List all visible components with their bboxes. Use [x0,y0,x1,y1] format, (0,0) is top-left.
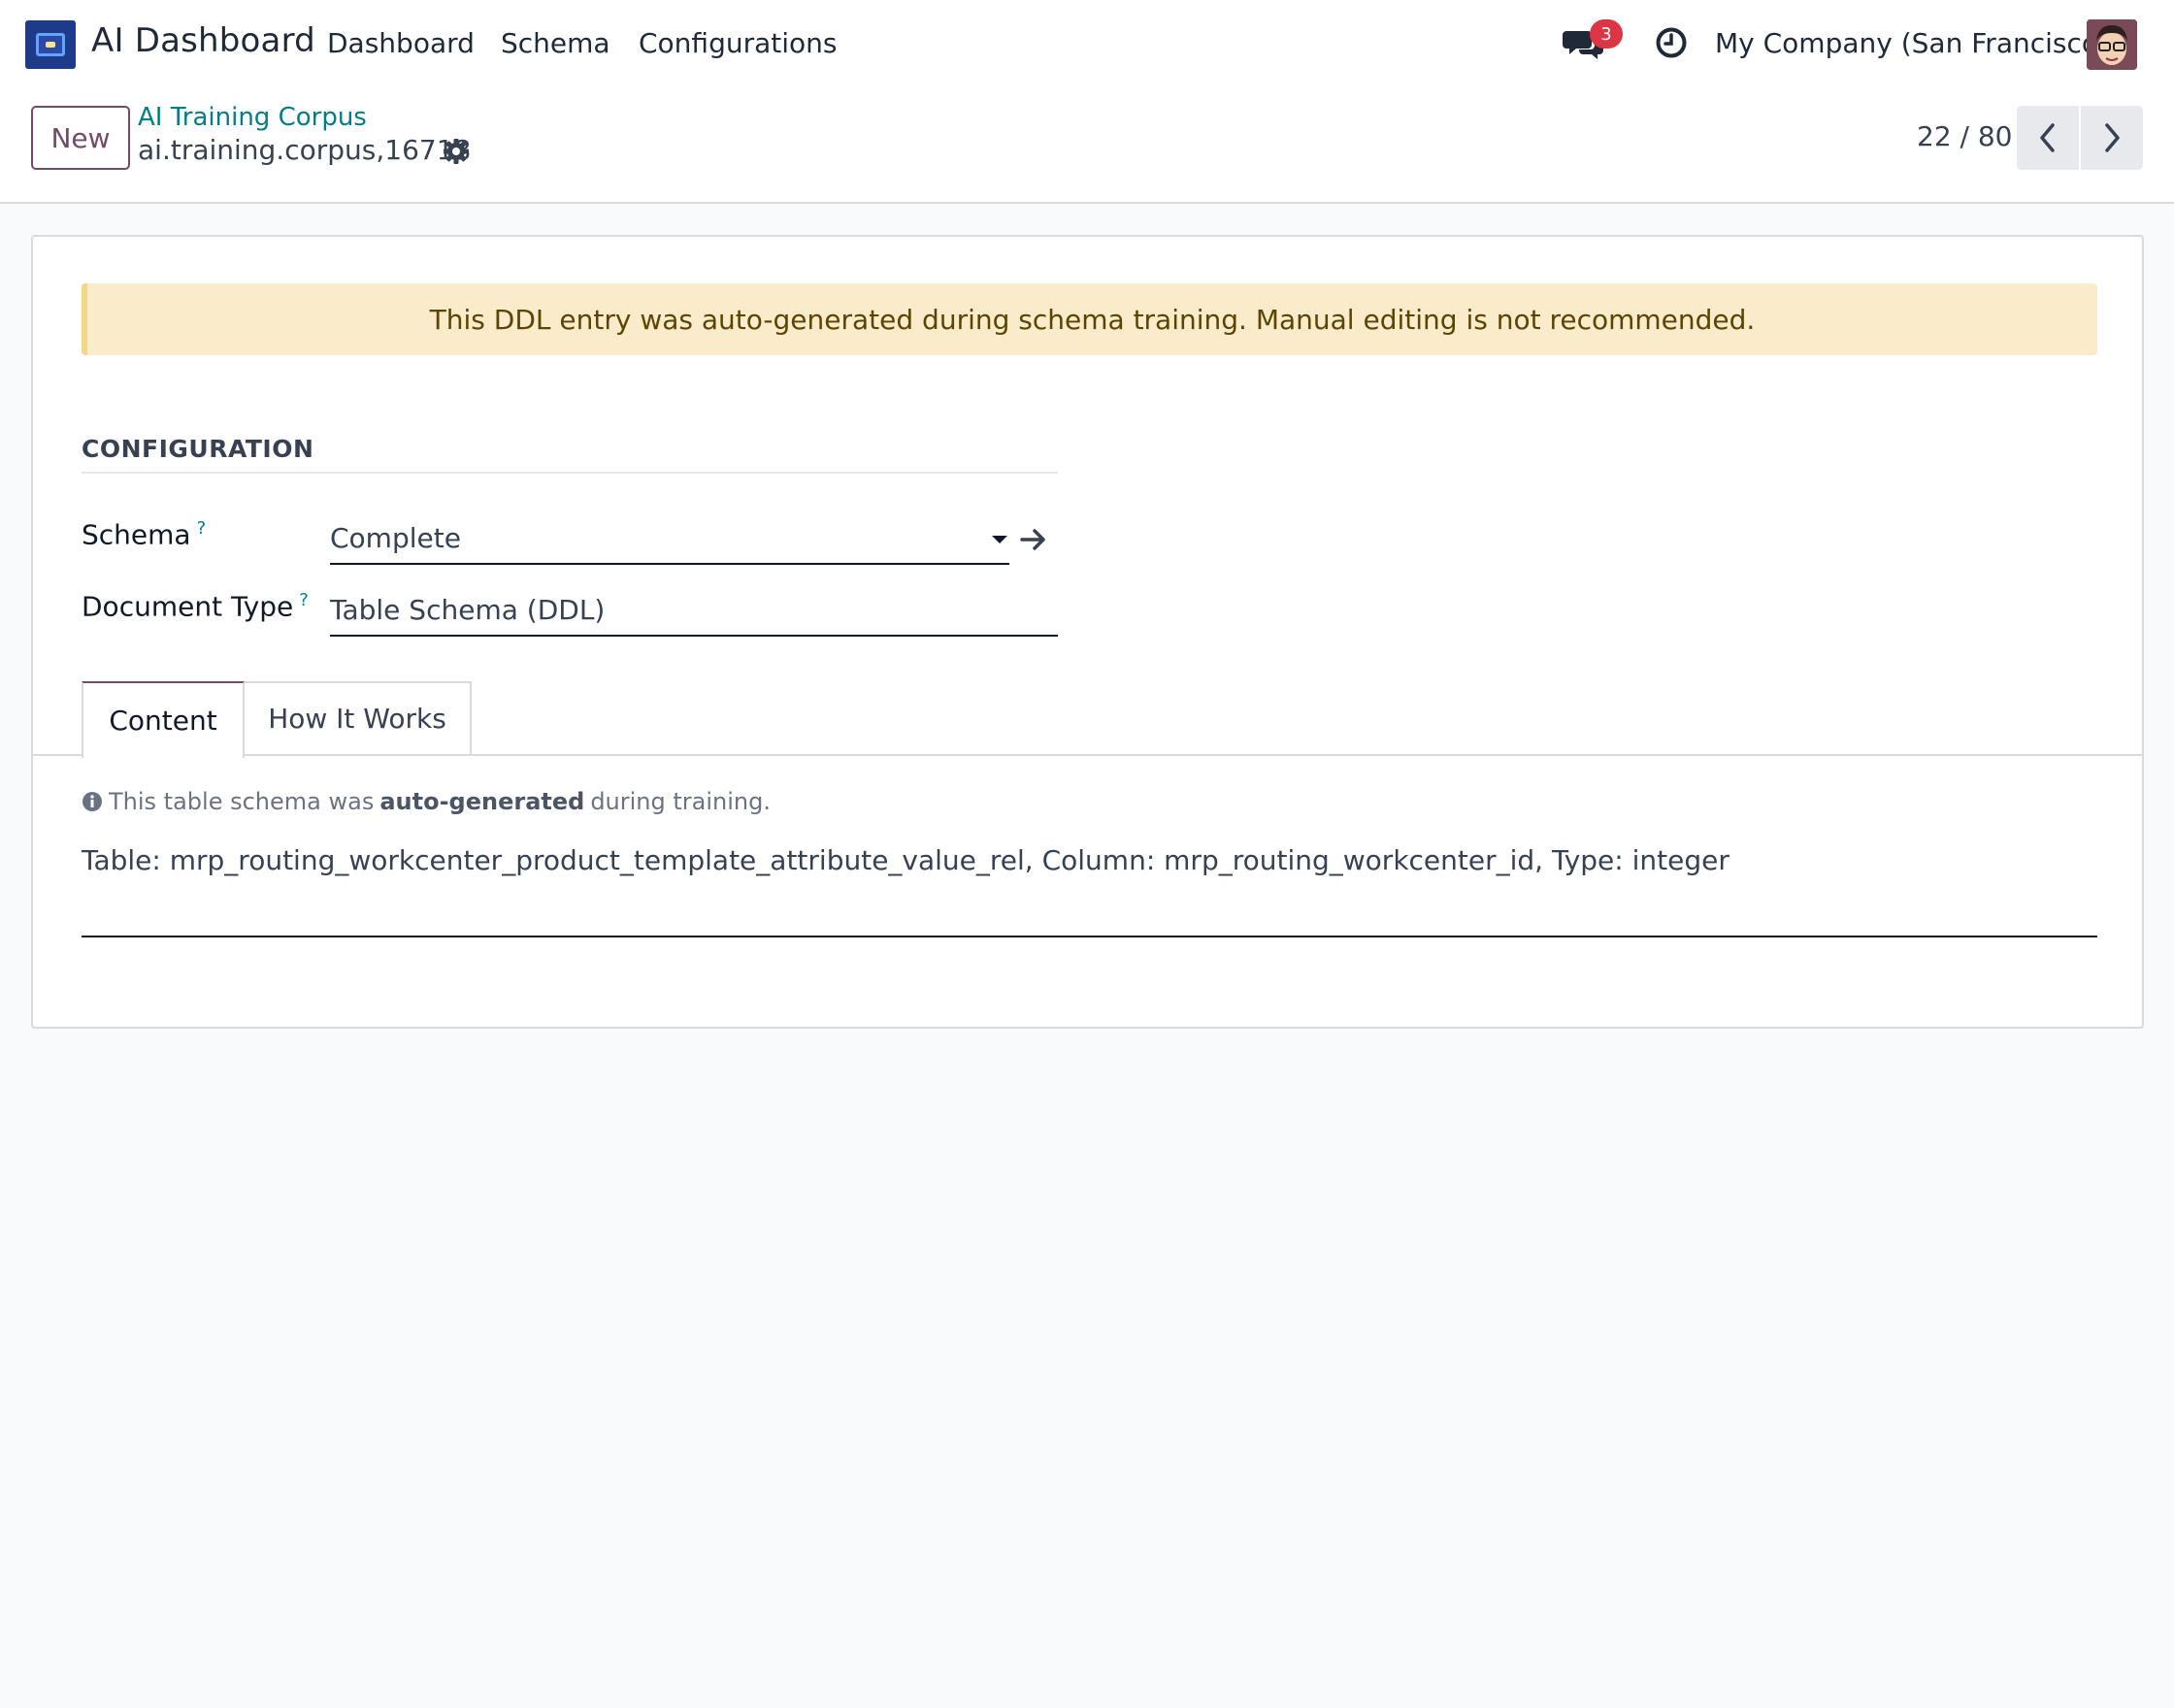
document-type-field[interactable]: Table Schema (DDL) [330,586,1058,637]
content-field[interactable]: Table: mrp_routing_workcenter_product_te… [82,844,1729,876]
app-icon[interactable] [25,20,76,69]
info-suffix: during training. [590,788,771,815]
messages-badge: 3 [1590,19,1623,49]
company-switcher[interactable]: My Company (San Francisco) [1715,27,2109,59]
menu-schema[interactable]: Schema [501,27,610,59]
document-type-label: Document Type? [82,590,309,623]
schema-label: Schema? [82,518,207,551]
record-name: ai.training.corpus,16718 [138,134,472,166]
menu-dashboard[interactable]: Dashboard [327,27,475,59]
menu-configurations[interactable]: Configurations [639,27,837,59]
control-panel: New AI Training Corpus ai.training.corpu… [0,89,2174,204]
top-navbar: AI Dashboard Dashboard Schema Configurat… [0,0,2174,89]
new-button[interactable]: New [31,106,130,170]
avatar[interactable] [2087,19,2137,70]
warning-alert: This DDL entry was auto-generated during… [82,283,2097,355]
content-field-underline [82,936,2097,937]
pager-next-button[interactable] [2081,106,2143,170]
tab-how-it-works[interactable]: How It Works [243,681,472,754]
tab-content[interactable]: Content [82,681,245,758]
breadcrumb-ai-training-corpus[interactable]: AI Training Corpus [138,103,367,132]
section-divider [82,472,1058,474]
arrow-right-icon[interactable] [1019,526,1048,553]
document-type-help-tooltip[interactable]: ? [299,590,309,610]
schema-help-tooltip[interactable]: ? [197,518,207,539]
tabs-divider [33,754,2144,756]
form-sheet: This DDL entry was auto-generated during… [31,235,2144,1029]
clock-icon[interactable] [1655,26,1688,59]
schema-field[interactable]: Complete [330,514,1009,565]
info-prefix: This table schema was [109,788,375,815]
info-bold: auto-generated [379,788,585,815]
caret-down-icon[interactable] [992,536,1007,543]
gear-icon[interactable] [443,138,470,165]
pager-previous-button[interactable] [2017,106,2079,170]
pager-value[interactable]: 22 / 80 [1917,120,2013,152]
app-title[interactable]: AI Dashboard [91,21,315,60]
chevron-right-icon [2105,123,2120,152]
info-icon [82,792,102,811]
chevron-left-icon [2040,123,2055,152]
info-note: This table schema was auto-generated dur… [82,788,771,815]
section-title-configuration: CONFIGURATION [82,435,314,463]
